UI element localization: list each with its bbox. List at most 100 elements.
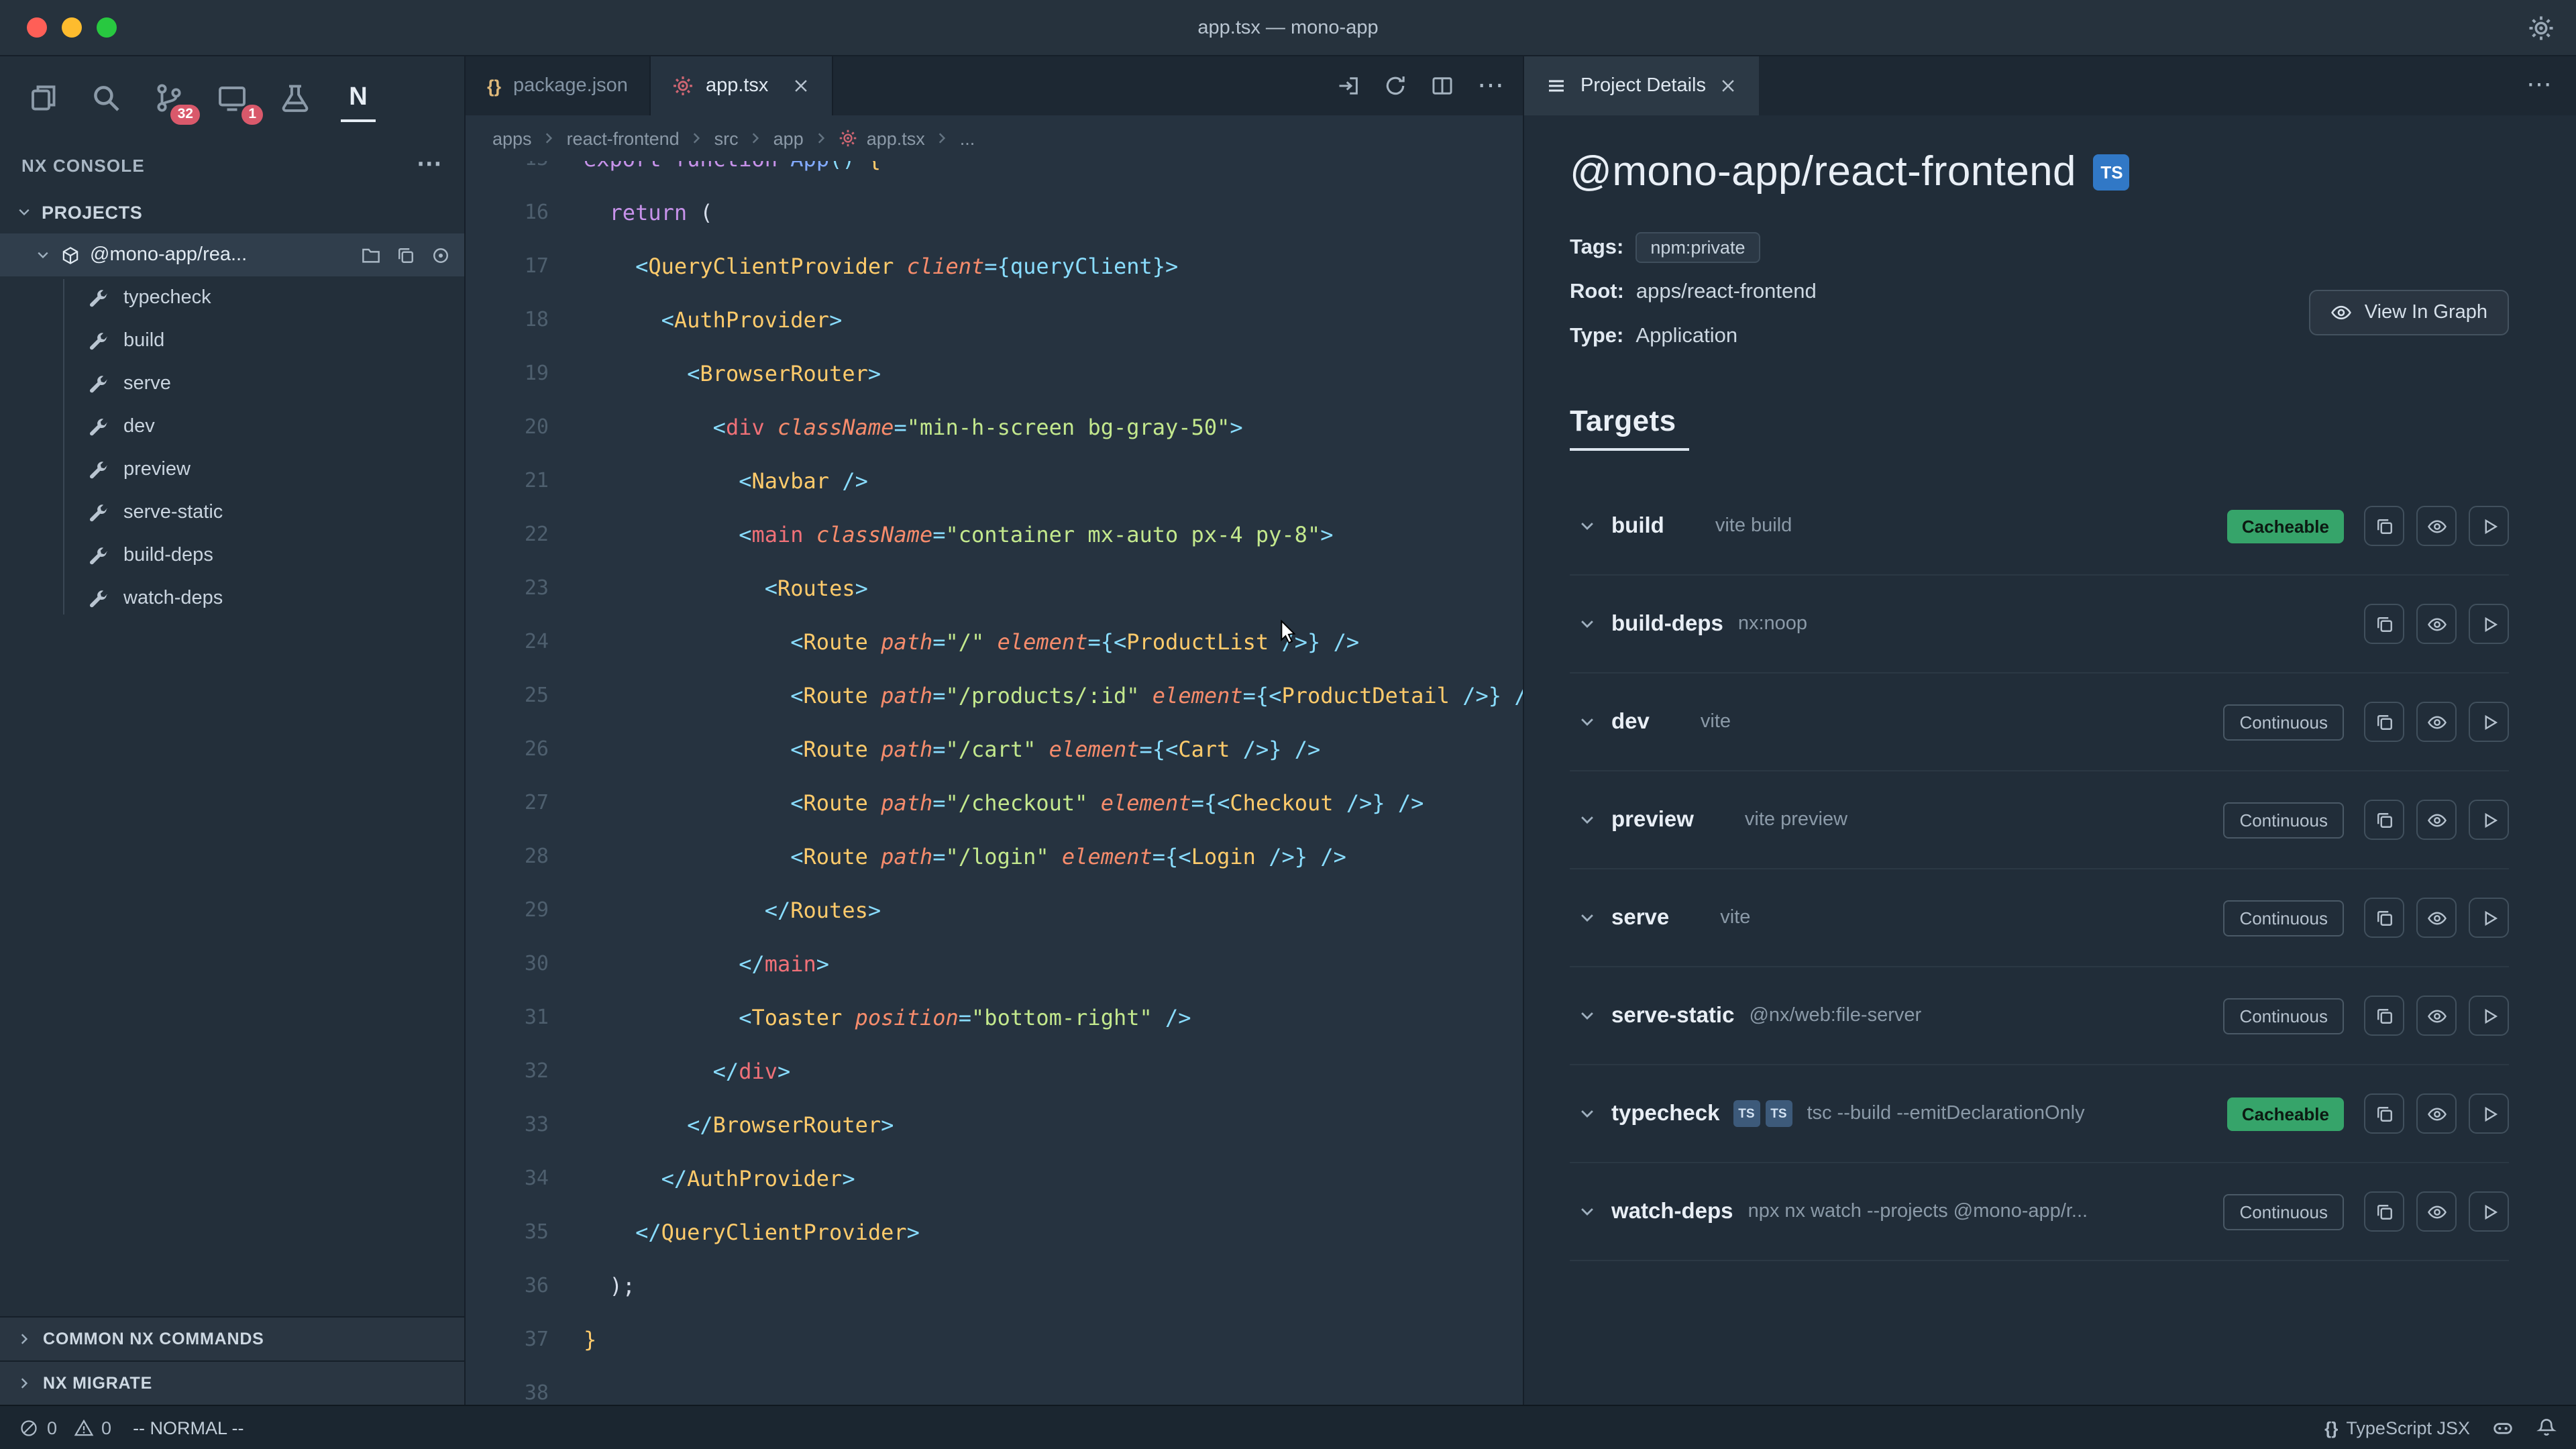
target-row[interactable]: serveviteContinuous: [1570, 869, 2509, 967]
sidebar-target-item[interactable]: typecheck: [0, 276, 464, 319]
view-target-button[interactable]: [2416, 800, 2457, 840]
tab-project-details[interactable]: Project Details: [1524, 56, 1760, 115]
sidebar-more-actions[interactable]: ⋯: [417, 158, 443, 172]
tab-app-tsx[interactable]: app.tsx: [651, 56, 833, 115]
target-row[interactable]: build-depsnx:noop: [1570, 576, 2509, 674]
nx-console-view-button[interactable]: N: [337, 71, 380, 125]
run-target-button[interactable]: [2469, 800, 2509, 840]
close-tab-icon[interactable]: [791, 76, 810, 95]
folder-icon[interactable]: [361, 245, 381, 265]
view-target-button[interactable]: [2416, 702, 2457, 742]
target-row[interactable]: serve-static@nx/web:file-serverContinuou…: [1570, 967, 2509, 1065]
nx-migrate-section[interactable]: NX MIGRATE: [0, 1360, 464, 1405]
code-line: 33 </BrowserRouter>: [466, 1097, 1523, 1151]
run-target-button[interactable]: [2469, 506, 2509, 546]
editor-more-actions[interactable]: ⋯: [1477, 79, 1504, 93]
run-target-button[interactable]: [2469, 898, 2509, 938]
view-target-button[interactable]: [2416, 996, 2457, 1036]
nx-console-icon: N: [349, 83, 367, 113]
breadcrumb-item[interactable]: react-frontend: [567, 128, 680, 148]
projects-section-header[interactable]: PROJECTS: [0, 191, 464, 233]
sidebar-target-item[interactable]: serve: [0, 362, 464, 405]
language-mode-indicator[interactable]: {} TypeScript JSX: [2324, 1417, 2470, 1438]
chevron-down-icon[interactable]: [1578, 1202, 1597, 1221]
copy-icon[interactable]: [396, 245, 416, 265]
testing-view-button[interactable]: [274, 71, 317, 125]
run-target-button[interactable]: [2469, 604, 2509, 644]
breadcrumb-item[interactable]: apps: [492, 128, 532, 148]
run-target-button[interactable]: [2469, 1093, 2509, 1134]
chevron-down-icon[interactable]: [1578, 517, 1597, 535]
sidebar-target-item[interactable]: build-deps: [0, 534, 464, 577]
view-target-button[interactable]: [2416, 1191, 2457, 1232]
common-nx-commands-section[interactable]: COMMON NX COMMANDS: [0, 1316, 464, 1360]
refresh-icon[interactable]: [1383, 74, 1407, 98]
view-target-button[interactable]: [2416, 898, 2457, 938]
explorer-view-button[interactable]: [21, 71, 64, 125]
target-command: vite: [1701, 711, 1731, 733]
titlebar: app.tsx — mono-app: [0, 0, 2576, 56]
copy-target-button[interactable]: [2364, 604, 2404, 644]
panel-more-actions[interactable]: ⋯: [2526, 79, 2552, 93]
chevron-down-icon[interactable]: [1578, 1104, 1597, 1123]
tab-package-json[interactable]: {} package.json: [466, 56, 651, 115]
view-in-graph-button[interactable]: View In Graph: [2310, 290, 2509, 335]
run-target-button[interactable]: [2469, 1191, 2509, 1232]
chevron-right-icon: [934, 130, 951, 146]
run-target-button[interactable]: [2469, 702, 2509, 742]
target-row[interactable]: devviteContinuous: [1570, 674, 2509, 771]
target-row[interactable]: typecheckTSTStsc --build --emitDeclarati…: [1570, 1065, 2509, 1163]
target-row[interactable]: watch-depsnpx nx watch --projects @mono-…: [1570, 1163, 2509, 1261]
source-control-view-button[interactable]: 32: [148, 71, 191, 125]
breadcrumb-file[interactable]: app.tsx: [867, 128, 925, 148]
chevron-down-icon[interactable]: [1578, 614, 1597, 633]
search-view-button[interactable]: [85, 71, 127, 125]
settings-gear-icon[interactable]: [2528, 14, 2555, 41]
sidebar-target-item[interactable]: preview: [0, 448, 464, 491]
chevron-down-icon[interactable]: [1578, 908, 1597, 927]
open-changes-icon[interactable]: [1336, 74, 1360, 98]
zoom-window-button[interactable]: [97, 17, 117, 38]
sidebar-target-item[interactable]: build: [0, 319, 464, 362]
copy-target-button[interactable]: [2364, 1093, 2404, 1134]
sidebar-target-item[interactable]: serve-static: [0, 491, 464, 534]
chevron-down-icon[interactable]: [1578, 810, 1597, 829]
vim-mode-indicator[interactable]: -- NORMAL --: [133, 1417, 244, 1438]
copy-target-button[interactable]: [2364, 1191, 2404, 1232]
remote-explorer-view-button[interactable]: 1: [211, 71, 254, 125]
close-window-button[interactable]: [27, 17, 47, 38]
run-target-button[interactable]: [2469, 996, 2509, 1036]
project-tree-item[interactable]: @mono-app/rea...: [0, 233, 464, 276]
split-editor-icon[interactable]: [1430, 74, 1454, 98]
view-target-button[interactable]: [2416, 506, 2457, 546]
code-editor[interactable]: 15export function App() {16 return (17 <…: [466, 161, 1523, 1405]
problems-indicator[interactable]: 0 0: [19, 1417, 111, 1438]
code-text: <Route path="/checkout" element={<Checko…: [584, 790, 1424, 815]
copilot-icon[interactable]: [2491, 1416, 2514, 1439]
chevron-down-icon[interactable]: [1578, 1006, 1597, 1025]
copy-target-button[interactable]: [2364, 898, 2404, 938]
copy-target-button[interactable]: [2364, 800, 2404, 840]
beaker-icon: [279, 82, 311, 114]
minimize-window-button[interactable]: [62, 17, 82, 38]
sidebar-target-item[interactable]: dev: [0, 405, 464, 448]
view-target-button[interactable]: [2416, 1093, 2457, 1134]
target-icon[interactable]: [431, 245, 451, 265]
copy-target-button[interactable]: [2364, 506, 2404, 546]
bell-icon[interactable]: [2536, 1417, 2557, 1438]
target-row[interactable]: previewvite previewContinuous: [1570, 771, 2509, 869]
chevron-down-icon[interactable]: [1578, 712, 1597, 731]
wrench-icon: [89, 331, 109, 351]
copy-target-button[interactable]: [2364, 996, 2404, 1036]
view-target-button[interactable]: [2416, 604, 2457, 644]
target-row[interactable]: buildvite buildCacheable: [1570, 478, 2509, 576]
sidebar-target-item[interactable]: watch-deps: [0, 577, 464, 620]
target-command: tsc --build --emitDeclarationOnly: [1807, 1103, 2084, 1124]
breadcrumb-more[interactable]: ...: [960, 128, 975, 148]
breadcrumb-item[interactable]: app: [773, 128, 804, 148]
vite-icon: [1663, 710, 1686, 733]
close-tab-icon[interactable]: [1719, 76, 1738, 95]
target-tech-icons: [1663, 710, 1686, 733]
copy-target-button[interactable]: [2364, 702, 2404, 742]
breadcrumb-item[interactable]: src: [714, 128, 739, 148]
